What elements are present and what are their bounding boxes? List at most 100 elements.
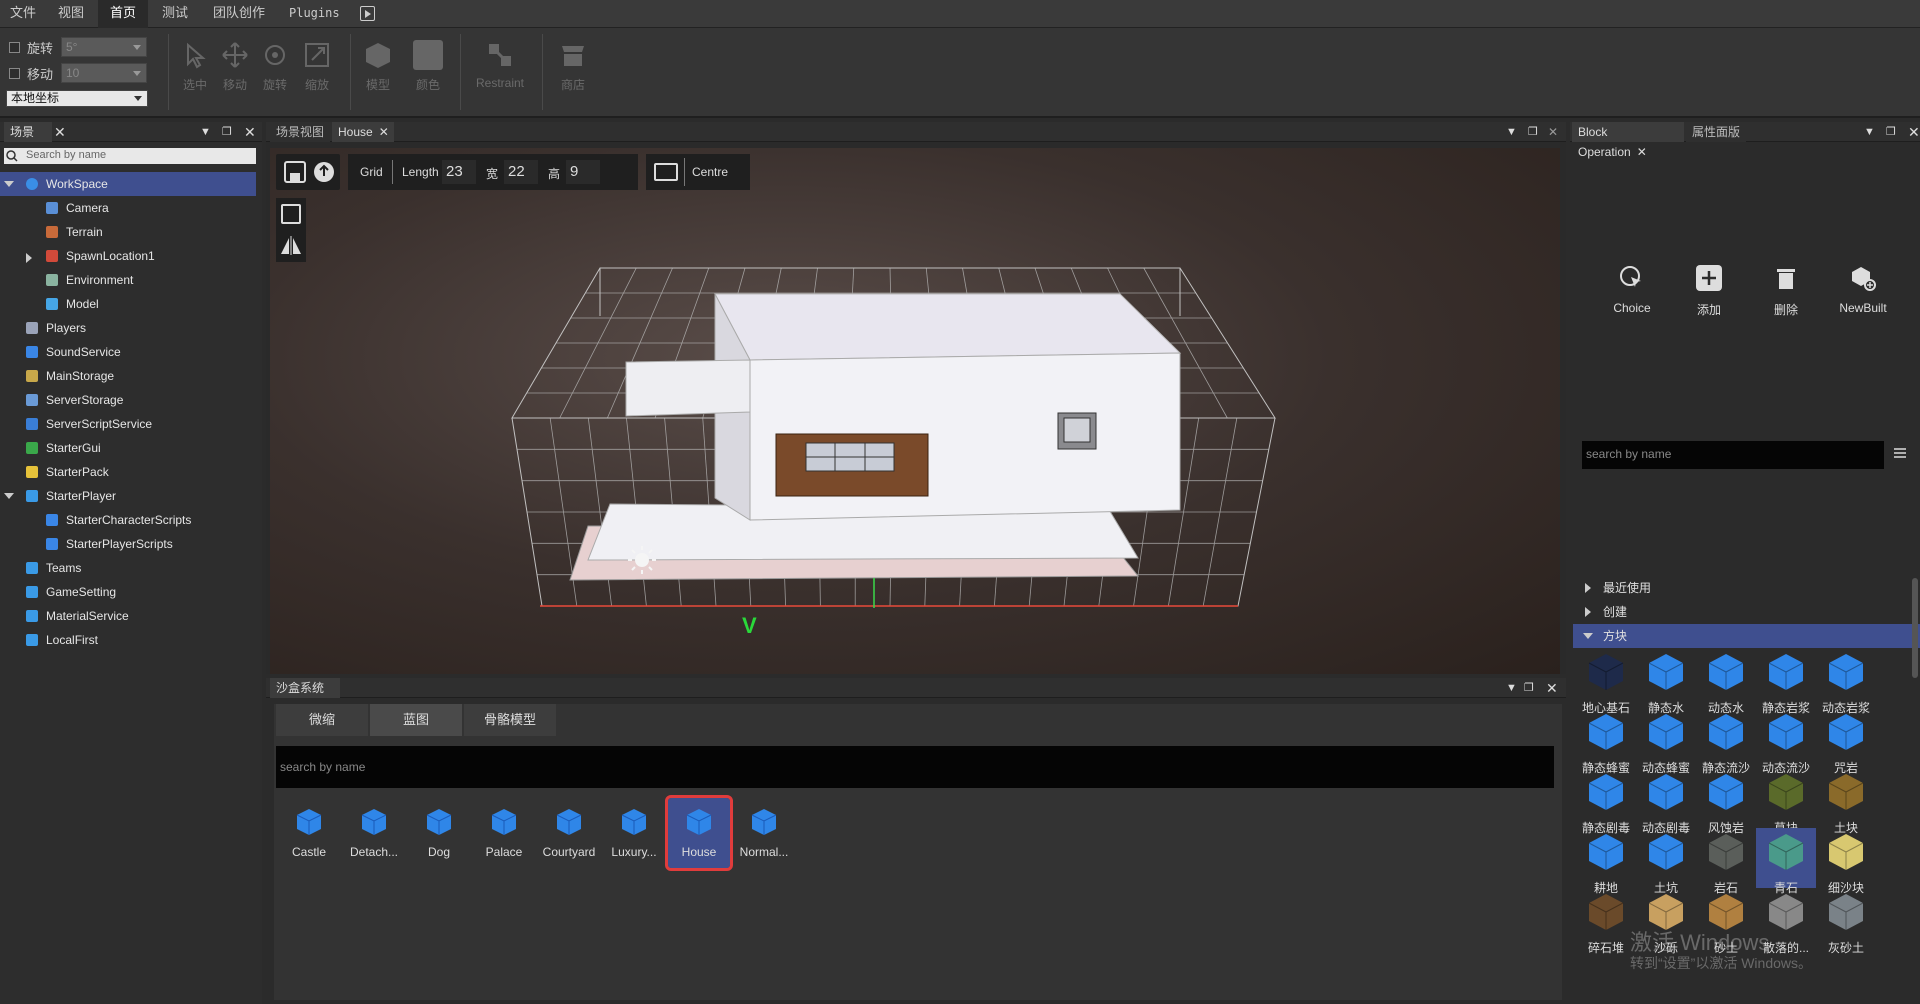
subtab-blueprint[interactable]: 蓝图 xyxy=(370,704,462,736)
tree-item[interactable]: Terrain xyxy=(0,220,256,244)
asset-item[interactable]: Palace xyxy=(473,798,535,868)
block-item[interactable]: 地心基石 xyxy=(1576,648,1636,715)
rotate-model-icon[interactable] xyxy=(281,204,301,224)
tab-scene[interactable]: 场景 xyxy=(4,122,52,142)
move-step-select[interactable]: 10 xyxy=(61,63,147,83)
color-button[interactable]: 颜色 xyxy=(405,36,451,93)
close-icon[interactable]: ✕ xyxy=(244,122,256,142)
block-item[interactable]: 细沙块 xyxy=(1816,828,1876,895)
new-built-button[interactable]: NewBuilt xyxy=(1828,265,1898,315)
dropdown-icon[interactable]: ▼ xyxy=(1506,122,1517,142)
length-input[interactable]: 23 xyxy=(442,160,476,184)
tab-scene-view[interactable]: 场景视图 xyxy=(270,122,330,142)
float-icon[interactable]: ❐ xyxy=(222,122,232,142)
choice-button[interactable]: Choice xyxy=(1597,265,1667,315)
block-item[interactable]: 静态岩浆 xyxy=(1756,648,1816,715)
block-item[interactable]: 咒岩 xyxy=(1816,708,1876,775)
block-item[interactable]: 草块 xyxy=(1756,768,1816,835)
tree-item[interactable]: SoundService xyxy=(0,340,256,364)
block-search-input[interactable]: search by name xyxy=(1582,441,1884,469)
close-icon[interactable]: ✕ xyxy=(379,125,389,139)
block-item[interactable]: 岩石 xyxy=(1696,828,1756,895)
tree-item[interactable]: StarterGui xyxy=(0,436,256,460)
asset-item[interactable]: Normal... xyxy=(733,798,795,868)
sandbox-search-input[interactable]: search by name xyxy=(276,746,1554,788)
tree-item[interactable]: Environment xyxy=(0,268,256,292)
block-item[interactable]: 动态蜂蜜 xyxy=(1636,708,1696,775)
tree-item[interactable]: MaterialService xyxy=(0,604,256,628)
dropdown-icon[interactable]: ▼ xyxy=(1864,122,1875,142)
tree-item[interactable]: Teams xyxy=(0,556,256,580)
close-icon[interactable]: ✕ xyxy=(1908,122,1920,142)
chevron-down-icon[interactable] xyxy=(4,181,14,187)
close-icon[interactable]: ✕ xyxy=(1546,678,1558,698)
block-item[interactable]: 静态水 xyxy=(1636,648,1696,715)
tree-item[interactable]: GameSetting xyxy=(0,580,256,604)
menu-view[interactable]: 视图 xyxy=(48,0,94,28)
tree-item[interactable]: Players xyxy=(0,316,256,340)
asset-item[interactable]: Castle xyxy=(278,798,340,868)
tree-item[interactable]: MainStorage xyxy=(0,364,256,388)
menu-plugins[interactable]: Plugins xyxy=(279,0,350,28)
category-create[interactable]: 创建 xyxy=(1573,600,1920,624)
asset-item[interactable]: Luxury... xyxy=(603,798,665,868)
close-icon[interactable]: ✕ xyxy=(1548,122,1558,142)
menu-list-icon[interactable] xyxy=(1893,446,1907,460)
tab-sandbox[interactable]: 沙盒系统✕ xyxy=(270,678,340,715)
upload-icon[interactable] xyxy=(312,161,336,183)
block-item[interactable]: 静态蜂蜜 xyxy=(1576,708,1636,775)
menu-team-create[interactable]: 团队创作 xyxy=(203,0,275,28)
close-icon[interactable]: ✕ xyxy=(54,122,66,142)
restraint-button[interactable]: Restraint xyxy=(472,36,528,90)
delete-block-button[interactable]: 删除 xyxy=(1751,265,1821,318)
dropdown-icon[interactable]: ▼ xyxy=(1506,678,1517,698)
subtab-miniature[interactable]: 微缩 xyxy=(276,704,368,736)
mirror-icon[interactable] xyxy=(279,234,303,256)
dropdown-icon[interactable]: ▼ xyxy=(200,122,211,142)
block-item[interactable]: 动态水 xyxy=(1696,648,1756,715)
rotate-checkbox[interactable] xyxy=(9,42,20,53)
rotate-step-select[interactable]: 5° xyxy=(61,37,147,57)
play-icon[interactable] xyxy=(360,6,375,21)
coordinate-mode-select[interactable]: 本地坐标 xyxy=(6,90,148,107)
3d-viewport[interactable]: V Grid Length 23 宽 22 高 9 Centre xyxy=(270,148,1560,674)
camera-icon[interactable] xyxy=(654,163,678,181)
tree-item[interactable]: StarterCharacterScripts xyxy=(0,508,256,532)
centre-label[interactable]: Centre xyxy=(692,165,728,179)
menu-file[interactable]: 文件 xyxy=(0,0,46,28)
tab-block-operation[interactable]: Block Operation ✕ xyxy=(1572,122,1684,159)
block-item[interactable]: 静态流沙 xyxy=(1696,708,1756,775)
width-input[interactable]: 22 xyxy=(504,160,538,184)
block-item[interactable]: 灰砂土 xyxy=(1816,888,1876,955)
asset-item[interactable]: Detach... xyxy=(343,798,405,868)
store-button[interactable]: 商店 xyxy=(550,36,596,93)
tree-item[interactable]: StarterPlayerScripts xyxy=(0,532,256,556)
tree-item[interactable]: Camera xyxy=(0,196,256,220)
float-icon[interactable]: ❐ xyxy=(1528,122,1538,142)
subtab-skeleton-model[interactable]: 骨骼模型 xyxy=(464,704,556,736)
asset-item[interactable]: House xyxy=(665,795,733,871)
tab-house[interactable]: House ✕ xyxy=(332,122,394,142)
move-checkbox[interactable] xyxy=(9,68,20,79)
menu-home[interactable]: 首页 xyxy=(98,0,148,28)
block-item[interactable]: 碎石堆 xyxy=(1576,888,1636,955)
category-blocks[interactable]: 方块 xyxy=(1573,624,1920,648)
save-icon[interactable] xyxy=(284,161,306,183)
chevron-down-icon[interactable] xyxy=(4,493,14,499)
block-item[interactable]: 动态流沙 xyxy=(1756,708,1816,775)
tree-item[interactable]: WorkSpace xyxy=(0,172,256,196)
tree-item[interactable]: ServerScriptService xyxy=(0,412,256,436)
tab-properties[interactable]: 属性面版 xyxy=(1686,122,1746,142)
height-input[interactable]: 9 xyxy=(566,160,600,184)
chevron-right-icon[interactable] xyxy=(26,253,32,263)
asset-item[interactable]: Courtyard xyxy=(538,798,600,868)
rotate-tool-button[interactable]: 旋转 xyxy=(252,36,298,93)
scene-search-input[interactable]: Search by name xyxy=(4,148,256,164)
add-block-button[interactable]: 添加 xyxy=(1674,265,1744,318)
block-item[interactable]: 青石 xyxy=(1756,828,1816,895)
block-item[interactable]: 土块 xyxy=(1816,768,1876,835)
tree-item[interactable]: SpawnLocation1 xyxy=(0,244,256,268)
block-item[interactable]: 动态剧毒 xyxy=(1636,768,1696,835)
tree-item[interactable]: Model xyxy=(0,292,256,316)
close-icon[interactable]: ✕ xyxy=(1637,145,1647,159)
